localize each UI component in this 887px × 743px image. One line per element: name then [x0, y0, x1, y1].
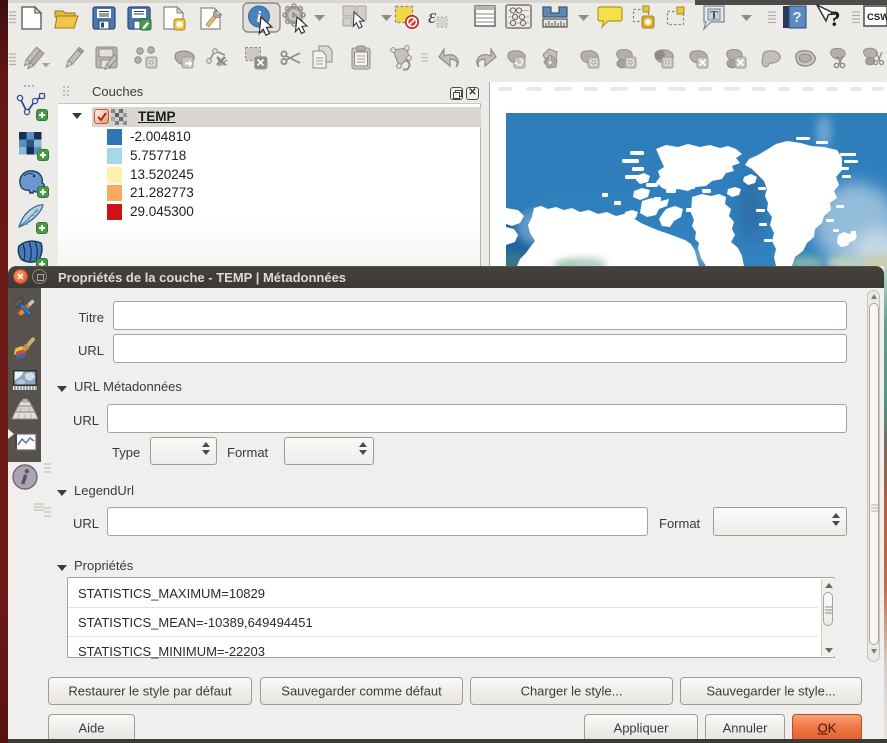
svg-text:?: ? [792, 9, 801, 26]
svg-text:ε: ε [428, 4, 437, 28]
svg-text:?: ? [830, 6, 841, 31]
svg-text:T: T [710, 8, 718, 22]
svg-text:CSW: CSW [867, 12, 887, 23]
